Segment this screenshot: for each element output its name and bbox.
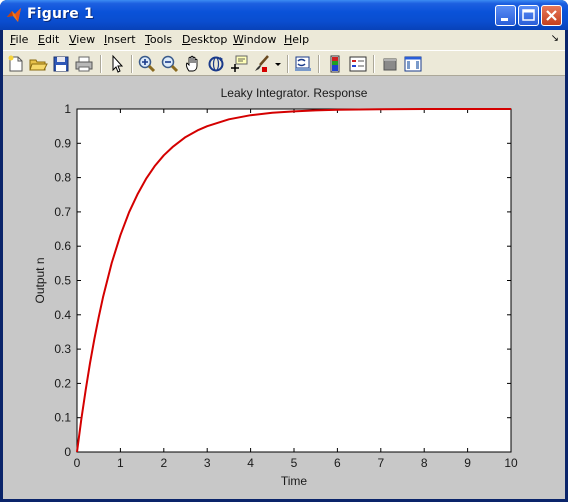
window-title: Figure 1	[27, 6, 94, 22]
toolbar-separator	[373, 55, 375, 73]
colorbar-icon[interactable]	[325, 54, 345, 74]
x-tick-label: 4	[247, 456, 254, 470]
plot-axes[interactable]	[76, 108, 512, 453]
menu-bar: File Edit View Insert Tools Desktop Wind…	[3, 30, 565, 50]
new-figure-icon[interactable]	[6, 54, 26, 74]
minimize-icon	[501, 18, 508, 21]
matlab-app-icon[interactable]	[6, 7, 22, 23]
zoom-out-icon[interactable]	[160, 54, 180, 74]
figure-canvas: Leaky Integrator. Response 0 1 2 3 4 5 6 7 8 9 10 0…	[3, 76, 565, 499]
x-tick-label: 10	[504, 456, 518, 470]
x-axis-label: Time	[281, 474, 308, 488]
y-tick-label: 0.1	[54, 411, 71, 425]
data-cursor-icon[interactable]	[229, 54, 249, 74]
toolbar-separator	[318, 55, 320, 73]
show-plot-tools-icon[interactable]	[403, 54, 423, 74]
y-tick-label: 1	[64, 102, 71, 116]
menu-desktop[interactable]: Desktop	[182, 33, 227, 46]
y-tick-label: 0.4	[54, 308, 71, 322]
close-icon	[546, 10, 557, 21]
menu-edit[interactable]: Edit	[38, 33, 59, 46]
figure-toolbar	[3, 50, 565, 76]
menu-view[interactable]: View	[69, 33, 95, 46]
toolbar-separator	[287, 55, 289, 73]
link-plot-icon[interactable]	[293, 54, 313, 74]
legend-icon[interactable]	[348, 54, 368, 74]
open-file-icon[interactable]	[28, 54, 48, 74]
x-tick-label: 8	[421, 456, 428, 470]
title-bar[interactable]: Figure 1	[0, 0, 568, 30]
print-icon[interactable]	[74, 54, 94, 74]
toolbar-separator	[100, 55, 102, 73]
x-tick-label: 5	[291, 456, 298, 470]
rotate-3d-icon[interactable]	[206, 54, 226, 74]
figure-window: Figure 1 File Edit View Insert Tools Des…	[0, 0, 568, 502]
x-tick-label: 9	[464, 456, 471, 470]
pan-hand-icon[interactable]	[183, 54, 203, 74]
x-tick-label: 6	[334, 456, 341, 470]
x-tick-label: 7	[377, 456, 384, 470]
x-tick-label: 2	[160, 456, 167, 470]
y-tick-label: 0.8	[54, 171, 71, 185]
close-button[interactable]	[541, 5, 562, 26]
y-tick-label: 0	[64, 445, 71, 459]
edit-plot-arrow-icon[interactable]	[107, 54, 127, 74]
hide-plot-tools-icon[interactable]	[380, 54, 400, 74]
window-body: File Edit View Insert Tools Desktop Wind…	[3, 30, 565, 499]
menu-dock-arrow-icon[interactable]: ↘	[551, 33, 559, 44]
maximize-button[interactable]	[518, 5, 539, 26]
menu-window[interactable]: Window	[233, 33, 276, 46]
chart-title: Leaky Integrator. Response	[221, 86, 368, 100]
y-tick-label: 0.9	[54, 136, 71, 150]
x-tick-label: 1	[117, 456, 124, 470]
plot-svg: Leaky Integrator. Response 0 1 2 3 4 5 6 7 8 9 100…	[33, 86, 518, 488]
menu-tools[interactable]: Tools	[145, 33, 172, 46]
y-tick-label: 0.5	[54, 274, 71, 288]
x-tick-label: 0	[74, 456, 81, 470]
brush-dropdown-icon[interactable]	[273, 54, 283, 74]
y-tick-label: 0.6	[54, 239, 71, 253]
brush-icon[interactable]	[252, 54, 272, 74]
zoom-in-icon[interactable]	[137, 54, 157, 74]
x-tick-label: 3	[204, 456, 211, 470]
minimize-button[interactable]	[495, 5, 516, 26]
y-tick-label: 0.7	[54, 205, 71, 219]
y-axis-label: Output n	[33, 257, 47, 303]
toolbar-separator	[131, 55, 133, 73]
menu-insert[interactable]: Insert	[104, 33, 136, 46]
y-tick-label: 0.2	[54, 376, 71, 390]
maximize-icon	[522, 9, 535, 21]
y-tick-label: 0.3	[54, 342, 71, 356]
menu-file[interactable]: File	[10, 33, 28, 46]
save-icon[interactable]	[51, 54, 71, 74]
menu-help[interactable]: Help	[284, 33, 309, 46]
